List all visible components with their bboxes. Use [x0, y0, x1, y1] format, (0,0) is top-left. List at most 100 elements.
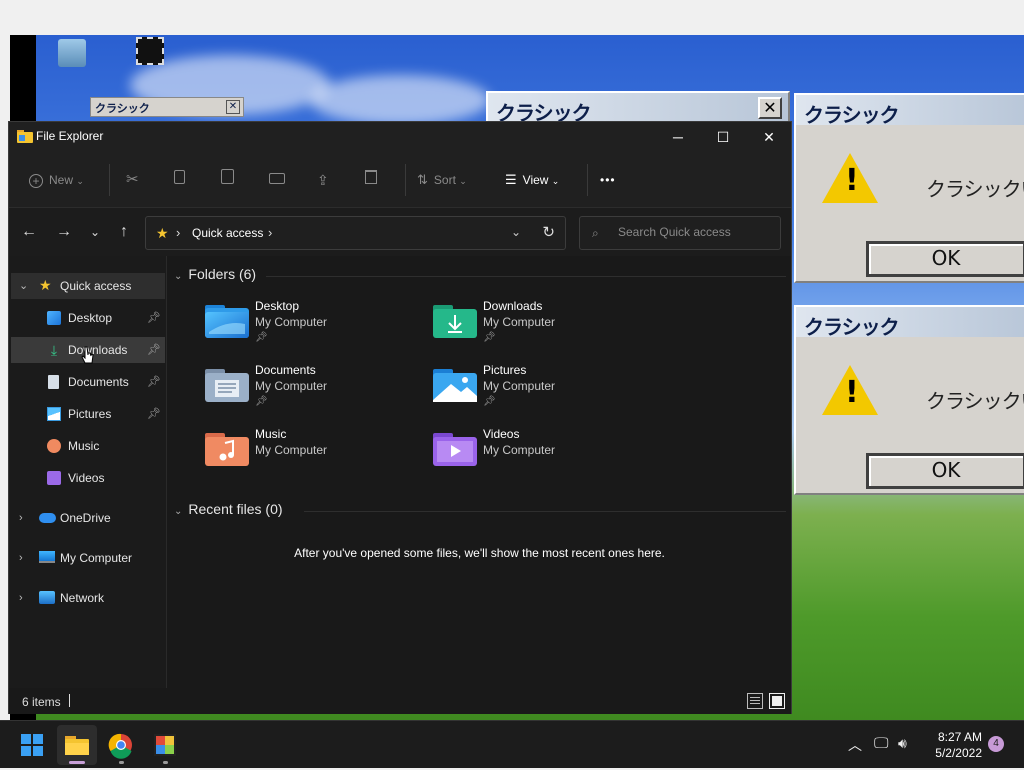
folder-tile-desktop[interactable]: Desktop My Computer 📌︎	[205, 298, 425, 354]
sidebar-item-documents[interactable]: Documents 📌︎	[11, 369, 165, 395]
recent-files-section-header[interactable]: ⌄ Recent files (0)	[174, 501, 283, 517]
notification-badge[interactable]: 4	[988, 736, 1004, 752]
view-button[interactable]: ☰ View ⌄	[505, 169, 559, 191]
sort-label: Sort	[433, 173, 456, 187]
search-input[interactable]	[618, 225, 768, 239]
chevron-right-icon[interactable]: ›	[19, 585, 23, 611]
folder-tile-pictures[interactable]: Pictures My Computer 📌︎	[433, 362, 653, 418]
recent-locations-chevron-icon[interactable]: ⌄	[83, 220, 107, 244]
minimize-button[interactable]: ─	[655, 122, 701, 152]
sidebar-item-onedrive[interactable]: › OneDrive	[11, 505, 165, 531]
maximize-button[interactable]: ☐	[700, 122, 746, 152]
film-desktop-icon[interactable]	[122, 37, 178, 65]
file-explorer-taskbar-button[interactable]	[57, 725, 97, 765]
file-explorer-window: File Explorer ─ ☐ ✕ + New ⌄ ✂ ⇪ ⇅ Sort ⌄ ☰…	[8, 121, 792, 714]
music-icon	[47, 439, 61, 453]
chrome-taskbar-button[interactable]	[101, 725, 141, 765]
share-button[interactable]: ⇪	[317, 169, 329, 191]
sidebar-item-music[interactable]: Music	[11, 433, 165, 459]
rename-button[interactable]	[269, 169, 285, 191]
downloads-folder-icon	[433, 305, 477, 338]
chevron-down-icon[interactable]: ⌄	[19, 273, 28, 299]
address-bar[interactable]: ★ › Quick access › ⌄ ↻	[145, 216, 566, 250]
sidebar-item-pictures[interactable]: Pictures 📌︎	[11, 401, 165, 427]
back-arrow-icon[interactable]: ←	[17, 220, 41, 244]
folder-tile-videos[interactable]: Videos My Computer	[433, 426, 653, 482]
chevron-right-icon[interactable]: ›	[268, 225, 272, 240]
folder-tile-music[interactable]: Music My Computer	[205, 426, 425, 482]
start-button[interactable]	[12, 725, 52, 765]
pin-icon: 📌︎	[147, 376, 161, 388]
running-indicator	[163, 761, 168, 764]
sidebar-item-network[interactable]: › Network	[11, 585, 165, 611]
app-taskbar-button[interactable]	[145, 725, 185, 765]
close-button[interactable]: ✕	[746, 122, 792, 152]
recycle-bin-desktop-icon[interactable]	[44, 39, 100, 67]
chevron-right-icon[interactable]: ›	[19, 545, 23, 571]
chevron-down-icon: ⌄	[174, 506, 183, 517]
sidebar-item-desktop[interactable]: Desktop 📌︎	[11, 305, 165, 331]
section-divider	[266, 276, 786, 277]
pin-icon: 📌︎	[483, 332, 496, 343]
chevron-right-icon[interactable]: ›	[19, 505, 23, 531]
delete-button[interactable]	[365, 169, 377, 191]
sidebar-item-quick-access[interactable]: ⌄ ★ Quick access	[11, 273, 165, 299]
large-icons-view-icon[interactable]	[769, 693, 785, 709]
ok-button[interactable]: OK	[866, 453, 1024, 489]
title-bar[interactable]: File Explorer ─ ☐ ✕	[9, 122, 791, 152]
running-indicator	[119, 761, 124, 764]
scissors-icon: ✂	[126, 171, 139, 188]
desktop-icon	[47, 311, 61, 325]
new-label: New	[49, 173, 74, 187]
sort-button[interactable]: ⇅ Sort ⌄	[417, 169, 467, 191]
chevron-down-icon: ⌄	[551, 176, 560, 186]
content-pane: ⌄ Folders (6) Desktop My Computer 📌︎ Down…	[168, 256, 791, 688]
sidebar-item-my-computer[interactable]: › My Computer	[11, 545, 165, 571]
chevron-down-icon: ⌄	[174, 271, 183, 282]
copy-button[interactable]	[174, 169, 185, 191]
more-options-button[interactable]: •••	[600, 169, 616, 191]
media-app-icon	[154, 734, 176, 756]
close-icon[interactable]: ✕	[758, 97, 782, 119]
clock[interactable]: 8:27 AM 5/2/2022	[935, 729, 982, 761]
chevron-up-icon[interactable]: ︿	[848, 735, 862, 755]
warning-icon: !	[822, 365, 878, 415]
volume-icon[interactable]: 🔊︎	[898, 735, 907, 752]
clipboard-icon	[221, 169, 234, 184]
folder-tile-downloads[interactable]: Downloads My Computer 📌︎	[433, 298, 653, 354]
sidebar-item-label: Downloads	[68, 343, 128, 357]
folder-tile-documents[interactable]: Documents My Computer 📌︎	[205, 362, 425, 418]
folders-section-header[interactable]: ⌄ Folders (6)	[174, 266, 256, 282]
dialog-title: クラシック	[796, 307, 1024, 339]
forward-arrow-icon[interactable]: →	[52, 220, 76, 244]
desktop-folder-icon	[205, 305, 249, 338]
mini-dialog-title: クラシック	[95, 102, 150, 115]
toolbar-divider	[405, 164, 406, 196]
folder-name: Documents	[255, 363, 316, 377]
sidebar-item-videos[interactable]: Videos	[11, 465, 165, 491]
warning-icon: !	[822, 153, 878, 203]
folder-icon	[17, 130, 33, 143]
folder-location: My Computer	[255, 379, 328, 393]
details-view-icon[interactable]	[747, 693, 763, 709]
close-icon[interactable]: ✕	[226, 100, 240, 114]
pin-icon: 📌︎	[483, 396, 496, 407]
paste-button[interactable]	[221, 169, 234, 191]
network-status-icon[interactable]: 🖵︎	[874, 735, 888, 752]
toolbar-divider	[587, 164, 588, 196]
search-box[interactable]: ⌕	[579, 216, 781, 250]
new-button[interactable]: + New ⌄	[29, 169, 84, 191]
chrome-icon	[108, 733, 132, 759]
dialog-message: クラシックい	[926, 177, 1024, 201]
dialog-title: クラシック	[488, 93, 788, 125]
refresh-icon[interactable]: ↻	[542, 223, 555, 241]
breadcrumb-quick-access[interactable]: Quick access	[192, 226, 263, 240]
folder-location: My Computer	[483, 443, 556, 457]
address-dropdown-icon[interactable]: ⌄	[511, 225, 521, 239]
up-arrow-icon[interactable]: ↑	[112, 220, 136, 244]
ok-button[interactable]: OK	[866, 241, 1024, 277]
navigation-bar: ← → ⌄ ↑ ★ › Quick access › ⌄ ↻ ⌕	[9, 208, 791, 256]
star-icon: ★	[156, 225, 169, 241]
cut-button[interactable]: ✂	[126, 169, 139, 191]
share-icon: ⇪	[317, 172, 329, 188]
